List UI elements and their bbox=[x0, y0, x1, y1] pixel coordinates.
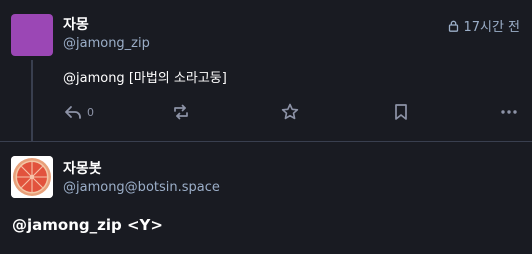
more-button[interactable] bbox=[499, 100, 519, 124]
account-handle[interactable]: @jamong_zip bbox=[63, 36, 150, 51]
boost-icon bbox=[174, 104, 188, 120]
reply-icon bbox=[65, 106, 81, 119]
reply-button[interactable]: 0 bbox=[63, 100, 94, 124]
status-meta: 17시간 전 bbox=[448, 16, 520, 35]
boost-button[interactable] bbox=[171, 100, 191, 124]
mention-link[interactable]: @jamong bbox=[63, 71, 125, 86]
account-handle[interactable]: @jamong@botsin.space bbox=[63, 180, 220, 195]
display-name[interactable]: 자몽 bbox=[63, 14, 89, 34]
display-name[interactable]: 자몽봇 bbox=[63, 158, 102, 178]
status-content: @jamong [마법의 소라고둥] bbox=[63, 67, 227, 86]
avatar[interactable] bbox=[11, 156, 53, 198]
bookmark-icon bbox=[395, 104, 407, 120]
more-icon bbox=[501, 110, 517, 114]
timestamp[interactable]: 17시간 전 bbox=[463, 16, 520, 35]
thread-line bbox=[31, 60, 33, 142]
lock-icon bbox=[449, 20, 459, 32]
action-bar: 0 bbox=[63, 100, 523, 124]
star-icon bbox=[281, 103, 299, 120]
status-item[interactable]: 자몽봇 @jamong@botsin.space @jamong_zip <Y> bbox=[0, 142, 532, 254]
avatar[interactable] bbox=[11, 14, 53, 56]
bookmark-button[interactable] bbox=[391, 100, 411, 124]
grapefruit-icon bbox=[11, 156, 53, 198]
favourite-button[interactable] bbox=[280, 100, 300, 124]
status-text: [마법의 소라고둥] bbox=[124, 71, 227, 86]
status-content: @jamong_zip <Y> bbox=[12, 216, 163, 234]
reply-count: 0 bbox=[87, 105, 94, 119]
status-item[interactable]: 자몽 @jamong_zip 17시간 전 @jamong [마법의 소라고둥]… bbox=[0, 0, 532, 142]
